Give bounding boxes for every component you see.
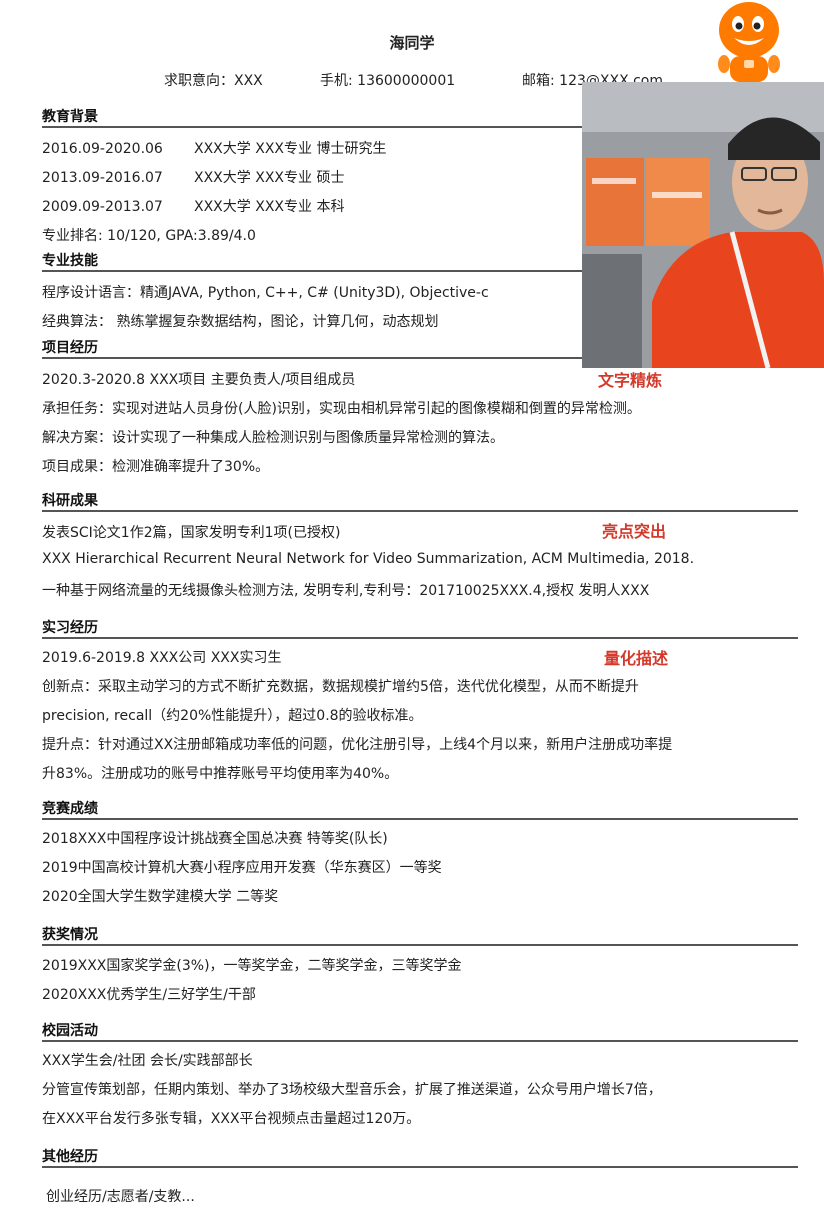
internship-line: 升83%。注册成功的账号中推荐账号平均使用率为40%。 <box>42 766 399 782</box>
section-title-awards: 获奖情况 <box>42 927 98 943</box>
education-rank: 专业排名: 10/120, GPA:3.89/4.0 <box>42 228 256 244</box>
section-title-projects: 项目经历 <box>42 340 98 356</box>
education-item: 2013.09-2016.07 XXX大学 XXX专业 硕士 <box>42 170 345 186</box>
skills-line: 经典算法： 熟练掌握复杂数据结构，图论，计算几何，动态规划 <box>42 314 439 330</box>
section-divider <box>42 818 798 820</box>
section-title-competitions: 竞赛成绩 <box>42 801 98 817</box>
section-divider <box>42 1166 798 1168</box>
job-intent: 求职意向：XXX <box>164 73 263 89</box>
research-line: 发表SCI论文1作2篇，国家发明专利1项(已授权) <box>42 525 341 541</box>
education-item: 2009.09-2013.07 XXX大学 XXX专业 本科 <box>42 199 345 215</box>
candidate-name: 海同学 <box>389 34 435 52</box>
campus-line: XXX学生会/社团 会长/实践部部长 <box>42 1053 253 1069</box>
annotation-highlight: 亮点突出 <box>602 522 667 541</box>
research-line: XXX Hierarchical Recurrent Neural Networ… <box>42 551 695 567</box>
resume-page: 海同学 求职意向：XXX 手机: 13600000001 邮箱: 123@XXX.c… <box>0 0 824 1228</box>
section-title-research: 科研成果 <box>42 493 98 509</box>
section-title-other: 其他经历 <box>42 1149 98 1165</box>
internship-line: precision, recall（约20%性能提升），超过0.8的验收标准。 <box>42 708 423 724</box>
section-divider <box>42 944 798 946</box>
annotation-quantify: 量化描述 <box>604 649 669 668</box>
section-title-internship: 实习经历 <box>42 620 98 636</box>
competition-line: 2019中国高校计算机大赛小程序应用开发赛（华东赛区）一等奖 <box>42 860 442 876</box>
competition-line: 2018XXX中国程序设计挑战赛全国总决赛 特等奖(队长) <box>42 831 388 847</box>
section-divider <box>42 637 798 639</box>
other-line: 创业经历/志愿者/支教... <box>46 1189 195 1205</box>
award-line: 2019XXX国家奖学金(3%)，一等奖学金，二等奖学金，三等奖学金 <box>42 958 462 974</box>
research-line: 一种基于网络流量的无线摄像头检测方法, 发明专利,专利号：201710025XX… <box>42 583 650 599</box>
education-item: 2016.09-2020.06 XXX大学 XXX专业 博士研究生 <box>42 141 387 157</box>
campus-line: 分管宣传策划部，任期内策划、举办了3场校级大型音乐会，扩展了推送渠道，公众号用户… <box>42 1082 662 1098</box>
award-line: 2020XXX优秀学生/三好学生/干部 <box>42 987 256 1003</box>
internship-line: 2019.6-2019.8 XXX公司 XXX实习生 <box>42 650 282 666</box>
skills-line: 程序设计语言：精通JAVA, Python, C++, C# (Unity3D)… <box>42 285 489 301</box>
campus-line: 在XXX平台发行多张专辑，XXX平台视频点击量超过120万。 <box>42 1111 421 1127</box>
webcam-video <box>582 82 824 368</box>
mascot-icon <box>718 2 780 82</box>
project-line: 项目成果：检测准确率提升了30%。 <box>42 459 270 475</box>
project-line: 2020.3-2020.8 XXX项目 主要负责人/项目组成员 <box>42 372 356 388</box>
section-title-campus: 校园活动 <box>42 1023 98 1039</box>
project-line: 解决方案：设计实现了一种集成人脸检测识别与图像质量异常检测的算法。 <box>42 430 504 446</box>
annotation-concise: 文字精炼 <box>598 371 663 390</box>
section-divider <box>42 510 798 512</box>
section-divider <box>42 1040 798 1042</box>
project-line: 承担任务：实现对进站人员身份(人脸)识别，实现由相机异常引起的图像模糊和倒置的异… <box>42 401 641 417</box>
internship-line: 提升点：针对通过XX注册邮箱成功率低的问题，优化注册引导，上线4个月以来，新用户… <box>42 737 673 753</box>
internship-line: 创新点：采取主动学习的方式不断扩充数据，数据规模扩增约5倍，迭代优化模型，从而不… <box>42 679 639 695</box>
section-title-skills: 专业技能 <box>42 253 98 269</box>
section-title-education: 教育背景 <box>42 109 98 125</box>
phone: 手机: 13600000001 <box>320 73 456 89</box>
competition-line: 2020全国大学生数学建模大学 二等奖 <box>42 889 279 905</box>
presenter-video-icon <box>582 82 824 368</box>
